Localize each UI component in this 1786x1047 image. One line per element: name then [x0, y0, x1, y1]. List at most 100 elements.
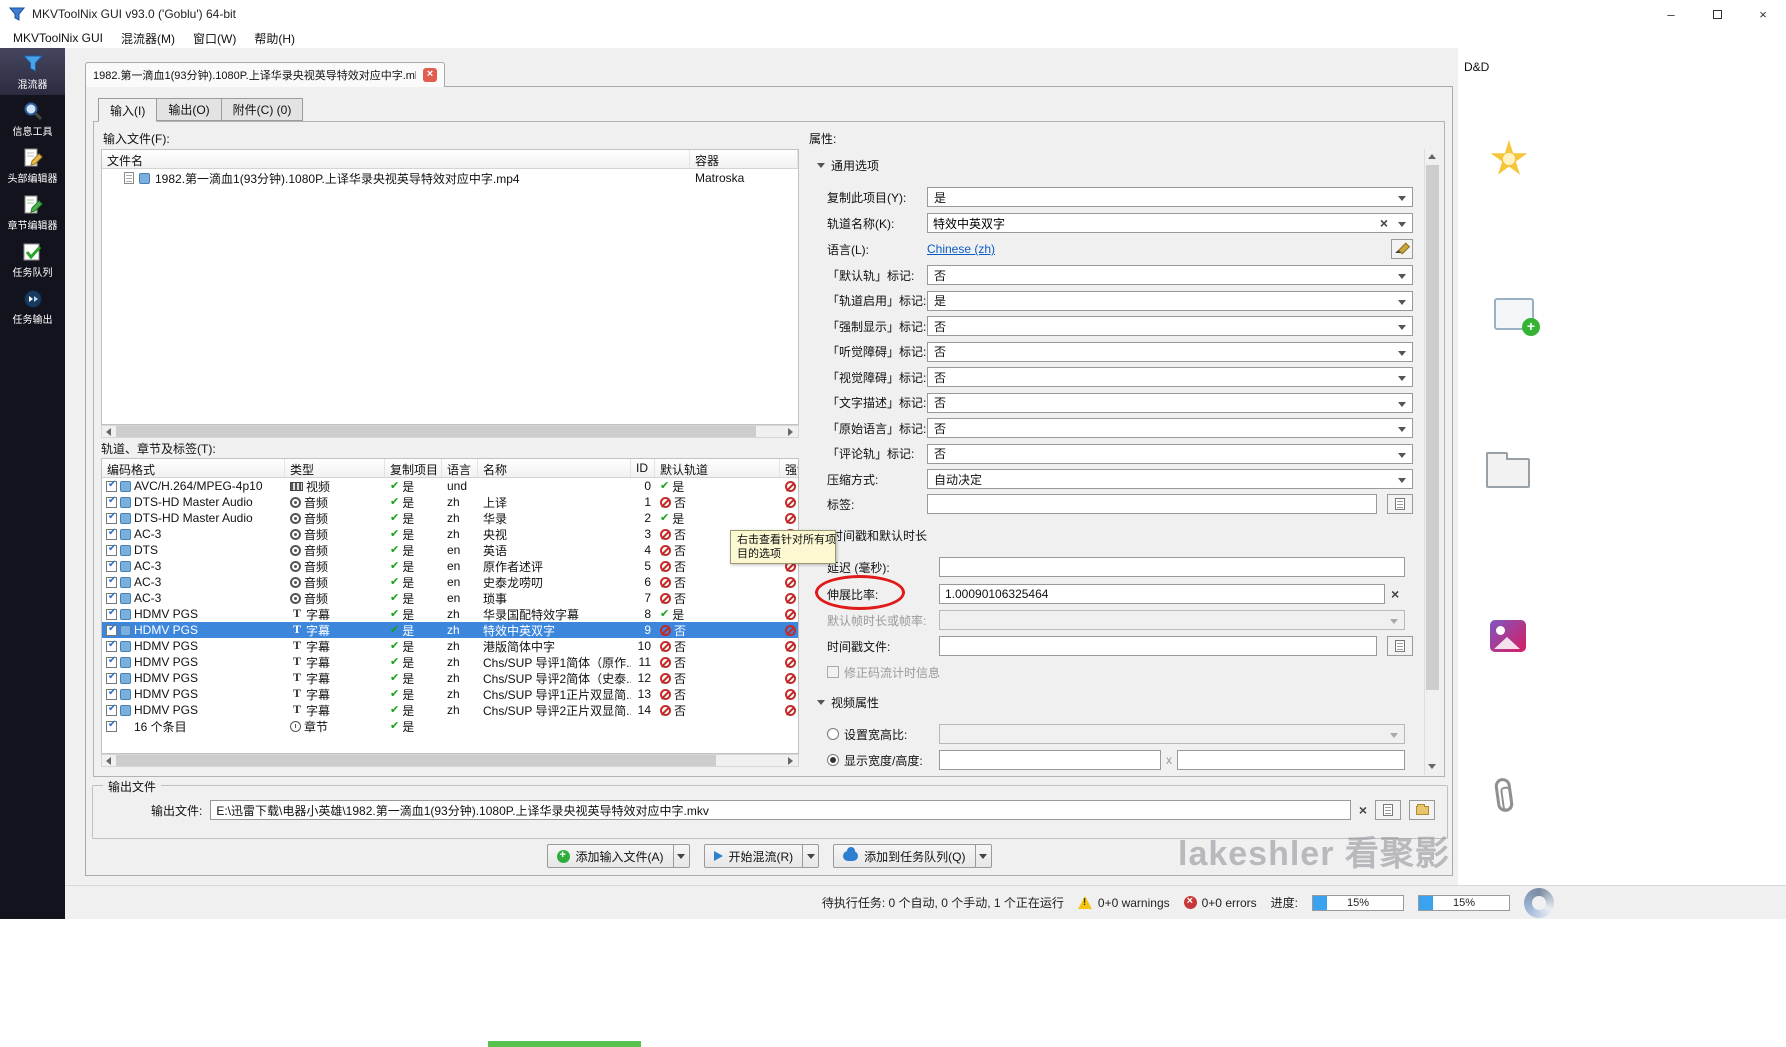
clear-stretch-button[interactable]: ×	[1391, 587, 1399, 601]
track-row[interactable]: AVC/H.264/MPEG-4p10 视频 是 und	[102, 478, 798, 494]
track-checkbox[interactable]	[106, 705, 117, 716]
browse-timestamp-button[interactable]	[1387, 636, 1413, 656]
track-checkbox[interactable]	[106, 721, 117, 732]
scrollbar-thumb[interactable]	[116, 426, 756, 437]
column-codec[interactable]: 编码格式	[102, 459, 285, 477]
tags-input[interactable]	[927, 494, 1377, 514]
track-row[interactable]: HDMV PGS 字幕 是 zh Chs/SUP 导评2正片双	[102, 702, 798, 718]
track-row[interactable]: HDMV PGS 字幕 是 zh Chs/SUP 导评1正片双	[102, 686, 798, 702]
track-row[interactable]: AC-3 音频 是 en 原作者述评	[102, 558, 798, 574]
tab-attachments[interactable]: 附件(C) (0)	[221, 98, 304, 121]
track-checkbox[interactable]	[106, 529, 117, 540]
minimize-button[interactable]: –	[1648, 0, 1694, 28]
aspect-ratio-radio[interactable]	[827, 728, 839, 740]
clear-output-button[interactable]: ×	[1359, 803, 1367, 817]
column-copy[interactable]: 复制项目	[385, 459, 442, 477]
track-row[interactable]: HDMV PGS 字幕 是 zh Chs/SUP 导评2简体（	[102, 670, 798, 686]
edit-language-button[interactable]	[1391, 239, 1413, 259]
track-checkbox[interactable]	[106, 513, 117, 524]
menu-item[interactable]: 窗口(W)	[184, 28, 245, 49]
star-desktop-icon[interactable]	[1490, 140, 1528, 178]
column-filename[interactable]: 文件名	[102, 150, 690, 168]
scroll-right-arrow[interactable]	[784, 426, 798, 437]
column-id[interactable]: ID	[631, 459, 655, 477]
sidebar-item-info-tool[interactable]: 信息工具	[0, 95, 65, 142]
scroll-up-arrow[interactable]	[1427, 151, 1438, 163]
sidebar-item-job-queue[interactable]: 任务队列	[0, 236, 65, 283]
start-multiplexing-button[interactable]: 开始混流(R)	[704, 844, 820, 868]
track-row[interactable]: AC-3 音频 是 zh 央视 3	[102, 526, 798, 542]
track-row[interactable]: HDMV PGS 字幕 是 zh 特效中英双字	[102, 622, 798, 638]
track-checkbox[interactable]	[106, 561, 117, 572]
flag-select[interactable]: 否	[927, 393, 1413, 413]
add-to-job-queue-dropdown[interactable]	[975, 845, 991, 867]
scroll-down-arrow[interactable]	[1427, 761, 1438, 773]
track-row[interactable]: HDMV PGS 字幕 是 zh 华录国配特效字幕	[102, 606, 798, 622]
track-row[interactable]: AC-3 音频 是 en 史泰龙唠叨	[102, 574, 798, 590]
sidebar-item-header-editor[interactable]: 头部编辑器	[0, 142, 65, 189]
display-width-input[interactable]	[939, 750, 1161, 770]
flag-select[interactable]: 否	[927, 444, 1413, 464]
flag-select[interactable]: 否	[927, 316, 1413, 336]
source-files-header[interactable]: 文件名 容器	[102, 150, 798, 169]
track-checkbox[interactable]	[106, 657, 117, 668]
video-properties-section[interactable]: 视频属性	[817, 694, 879, 711]
flag-select[interactable]: 否	[927, 342, 1413, 362]
track-row[interactable]: DTS 音频 是 en 英语 4	[102, 542, 798, 558]
add-window-desktop-icon[interactable]	[1494, 298, 1534, 330]
column-name[interactable]: 名称	[478, 459, 631, 477]
folder-desktop-icon[interactable]	[1486, 458, 1530, 488]
display-dimensions-radio[interactable]	[827, 754, 839, 766]
open-output-folder-button[interactable]	[1409, 800, 1435, 820]
track-checkbox[interactable]	[106, 641, 117, 652]
track-row[interactable]: 16 个条目 章节 是	[102, 718, 798, 734]
scroll-left-arrow[interactable]	[102, 426, 116, 437]
tab-input[interactable]: 输入(I)	[98, 98, 157, 122]
column-language[interactable]: 语言	[442, 459, 478, 477]
add-source-files-dropdown[interactable]	[673, 845, 689, 867]
track-checkbox[interactable]	[106, 577, 117, 588]
flag-select[interactable]: 是	[927, 291, 1413, 311]
track-name-input[interactable]	[928, 214, 1412, 232]
track-row[interactable]: DTS-HD Master Audio 音频 是 zh 上译	[102, 494, 798, 510]
track-checkbox[interactable]	[106, 609, 117, 620]
scroll-left-arrow[interactable]	[102, 755, 116, 766]
close-button[interactable]: ×	[1740, 0, 1786, 28]
browse-output-button[interactable]	[1375, 800, 1401, 820]
start-multiplexing-dropdown[interactable]	[802, 845, 818, 867]
column-container[interactable]: 容器	[690, 150, 798, 168]
clear-track-name-button[interactable]: ×	[1380, 216, 1388, 230]
sidebar-item-multiplexer[interactable]: 混流器	[0, 48, 65, 95]
menu-item[interactable]: MKVToolNix GUI	[4, 29, 112, 47]
track-checkbox[interactable]	[106, 689, 117, 700]
column-forced[interactable]: 强制	[780, 459, 798, 477]
menu-item[interactable]: 帮助(H)	[245, 28, 304, 49]
scroll-right-arrow[interactable]	[784, 755, 798, 766]
delay-input[interactable]	[939, 557, 1405, 577]
flag-select[interactable]: 自动决定	[927, 469, 1413, 489]
maximize-button[interactable]	[1694, 0, 1740, 28]
tracks-header[interactable]: 编码格式 类型 复制项目 语言 名称 ID 默认轨道 强制	[102, 459, 798, 478]
copy-item-select[interactable]: 是	[927, 187, 1413, 207]
general-options-section[interactable]: 通用选项	[817, 157, 879, 174]
photo-desktop-icon[interactable]	[1490, 620, 1526, 652]
track-row[interactable]: HDMV PGS 字幕 是 zh Chs/SUP 导评1简体（	[102, 654, 798, 670]
track-row[interactable]: HDMV PGS 字幕 是 zh 港版简体中字	[102, 638, 798, 654]
sidebar-item-chapter-editor[interactable]: 章节编辑器	[0, 189, 65, 236]
scrollbar-thumb[interactable]	[1426, 165, 1439, 690]
timestamp-file-input[interactable]	[939, 636, 1377, 656]
source-file-row[interactable]: 1982.第一滴血1(93分钟).1080P.上译华录央视英导特效对应中字.mp…	[102, 169, 798, 187]
column-type[interactable]: 类型	[285, 459, 385, 477]
paperclip-desktop-icon[interactable]	[1494, 777, 1515, 813]
tab-output[interactable]: 输出(O)	[156, 98, 221, 121]
add-source-files-button[interactable]: 添加输入文件(A)	[547, 844, 690, 868]
track-checkbox[interactable]	[106, 593, 117, 604]
add-to-job-queue-button[interactable]: 添加到任务队列(Q)	[833, 844, 991, 868]
track-checkbox[interactable]	[106, 625, 117, 636]
tracks-horizontal-scrollbar[interactable]	[101, 754, 799, 767]
sidebar-item-job-output[interactable]: 任务输出	[0, 283, 65, 330]
track-checkbox[interactable]	[106, 481, 117, 492]
files-horizontal-scrollbar[interactable]	[101, 425, 799, 438]
document-tab[interactable]: 1982.第一滴血1(93分钟).1080P.上译华录央视英导特效对应中字.mk…	[85, 62, 445, 87]
flag-select[interactable]: 否	[927, 265, 1413, 285]
